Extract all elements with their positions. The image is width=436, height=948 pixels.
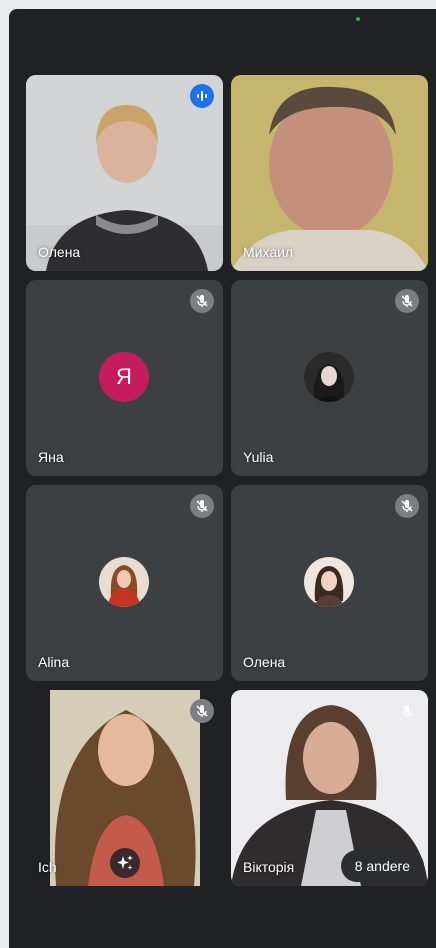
participant-name: Яна — [38, 449, 64, 465]
speaking-indicator-icon — [190, 84, 214, 108]
participant-name: Alina — [38, 654, 70, 670]
mic-off-icon — [395, 699, 419, 723]
participant-tile[interactable]: Yulia — [231, 280, 428, 476]
camera-indicator — [356, 17, 360, 21]
mic-off-icon — [190, 289, 214, 313]
participant-name: Михаил — [243, 244, 294, 260]
meeting-screen: Олена Михаил Я Яна Yulia Alina Олена Ich… — [9, 9, 436, 948]
mic-off-icon — [395, 289, 419, 313]
participant-tile[interactable]: Олена — [26, 75, 223, 271]
participant-name: Yulia — [243, 449, 274, 465]
participant-tile[interactable]: Alina — [26, 485, 223, 681]
avatar — [304, 557, 354, 607]
mic-off-icon — [190, 494, 214, 518]
participant-name: Олена — [38, 244, 81, 260]
participant-video — [231, 75, 428, 271]
participant-tile[interactable]: Вікторія 8 andere — [231, 690, 428, 886]
other-participants-button[interactable]: 8 andere — [340, 850, 424, 882]
avatar — [99, 557, 149, 607]
avatar — [304, 352, 354, 402]
participant-name: Ich — [38, 859, 57, 875]
participant-name: Олена — [243, 654, 286, 670]
sparkle-icon[interactable] — [110, 848, 140, 878]
participant-tile[interactable]: Олена — [231, 485, 428, 681]
self-view-tile[interactable]: Ich — [26, 690, 223, 886]
mic-off-icon — [190, 699, 214, 723]
avatar: Я — [99, 352, 149, 402]
participant-name: Вікторія — [243, 859, 295, 875]
participant-tile[interactable]: Михаил — [231, 75, 428, 271]
participant-tile[interactable]: Я Яна — [26, 280, 223, 476]
mic-off-icon — [395, 494, 419, 518]
